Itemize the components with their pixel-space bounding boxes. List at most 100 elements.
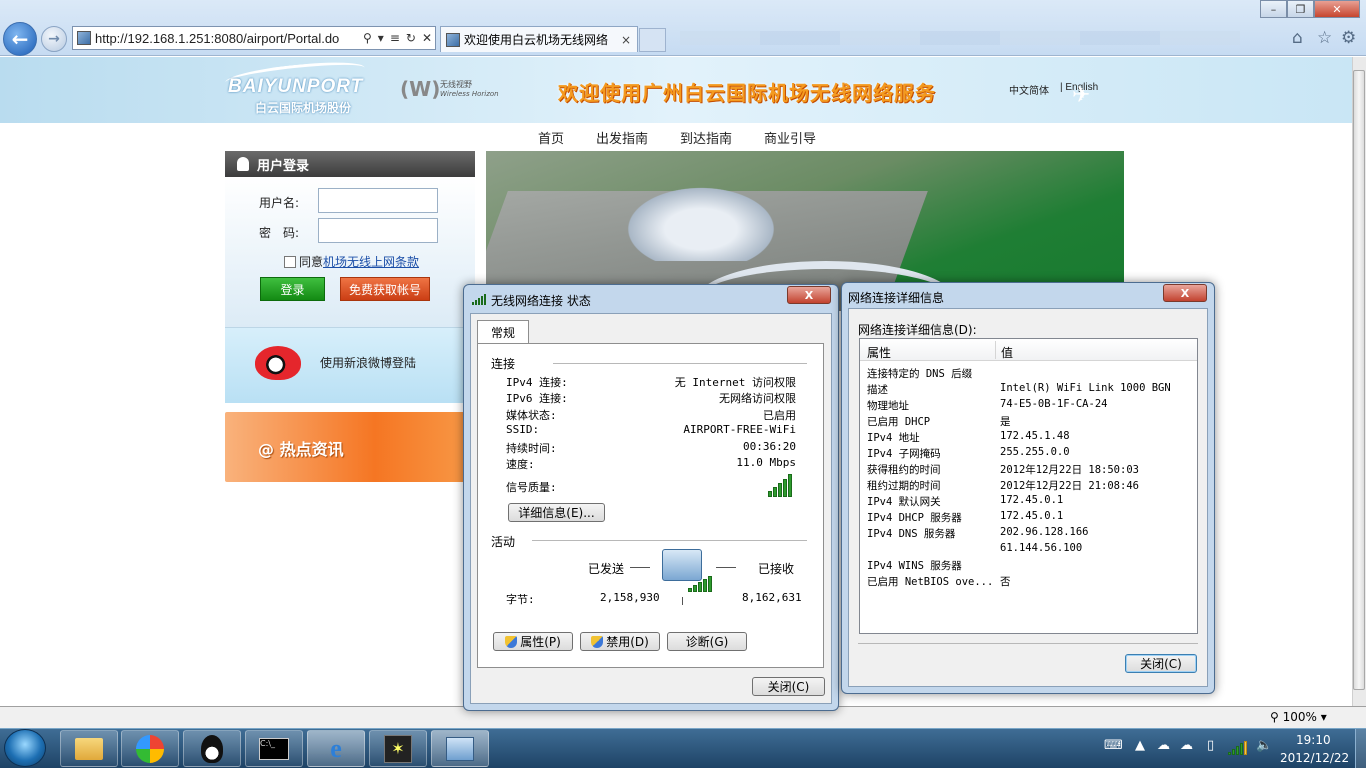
taskbar-internet-explorer[interactable]: e	[307, 730, 365, 767]
keyboard-icon[interactable]: ⌨	[1104, 738, 1123, 753]
details-list[interactable]: 属性 值 连接特定的 DNS 后缀 描述 Intel(R) WiFi Link …	[859, 338, 1198, 634]
tray-wifi-icon[interactable]	[1228, 741, 1247, 755]
window-close-button[interactable]: ✕	[1314, 0, 1360, 18]
volume-icon[interactable]: 🔈	[1256, 738, 1272, 753]
back-button[interactable]: ←	[3, 22, 37, 56]
clock-date[interactable]: 2012/12/22	[1280, 751, 1349, 765]
taskbar-app[interactable]: ✶	[369, 730, 427, 767]
bytes-received-value: 8,162,631	[742, 591, 802, 604]
duration-value: 00:36:20	[743, 440, 796, 453]
column-divider[interactable]	[995, 341, 996, 359]
clock-time[interactable]: 19:10	[1296, 733, 1331, 747]
tray-cloud-icon[interactable]: ☁	[1157, 738, 1170, 753]
weibo-icon[interactable]	[255, 346, 301, 380]
detail-value: 172.45.0.1	[1000, 494, 1064, 506]
search-icon[interactable]: ⚲	[363, 31, 372, 45]
tab-close-button[interactable]: ×	[621, 33, 631, 47]
sent-line	[630, 567, 650, 568]
new-tab-button[interactable]	[639, 28, 666, 52]
zoom-control[interactable]: ⚲ 100% ▾	[1270, 710, 1327, 724]
details-close-button[interactable]: 关闭(C)	[1125, 654, 1197, 673]
received-label: 已接收	[758, 562, 795, 576]
address-url[interactable]: http://192.168.1.251:8080/airport/Portal…	[95, 31, 360, 46]
address-bar[interactable]: http://192.168.1.251:8080/airport/Portal…	[72, 26, 436, 50]
password-input[interactable]	[318, 218, 438, 243]
taskbar-cmd[interactable]: C:\_	[245, 730, 303, 767]
detail-value: Intel(R) WiFi Link 1000 BGN	[1000, 382, 1171, 394]
detail-property: 获得租约的时间	[867, 464, 941, 476]
free-account-button[interactable]: 免费获取帐号	[340, 277, 430, 301]
login-title: 用户登录	[257, 158, 310, 174]
minimize-button[interactable]: –	[1260, 0, 1287, 18]
site-logo-subtitle: 白云国际机场股份	[255, 101, 352, 115]
status-close-button[interactable]: 关闭(C)	[752, 677, 825, 696]
details-window-close-button[interactable]: X	[1163, 284, 1207, 302]
home-icon[interactable]: ⌂	[1292, 28, 1303, 48]
column-property[interactable]: 属性	[867, 344, 891, 361]
menu-item-departure[interactable]: 出发指南	[596, 128, 648, 147]
taskbar-network-center[interactable]	[431, 730, 489, 767]
menu-item-business[interactable]: 商业引导	[764, 128, 816, 147]
taskbar-qq[interactable]	[183, 730, 241, 767]
command-prompt-icon: C:\_	[259, 737, 289, 760]
detail-value: 61.144.56.100	[1000, 542, 1083, 554]
detail-value: 172.45.0.1	[1000, 510, 1064, 522]
menu-item-arrival[interactable]: 到达指南	[680, 128, 732, 147]
login-header: 用户登录	[225, 151, 475, 177]
detail-property: 已启用 NetBIOS ove...	[867, 576, 994, 588]
zoom-level[interactable]: 100%	[1283, 710, 1317, 724]
forward-button[interactable]: →	[41, 26, 67, 52]
column-value[interactable]: 值	[1001, 344, 1013, 361]
disable-button[interactable]: 禁用(D)	[580, 632, 660, 651]
status-window-close-button[interactable]: X	[787, 286, 831, 304]
agree-terms-checkbox[interactable]	[284, 256, 296, 268]
refresh-icon[interactable]: ↻	[406, 31, 416, 45]
activity-group-label: 活动	[491, 535, 516, 549]
detail-value: 255.255.0.0	[1000, 446, 1070, 458]
taskbar-explorer[interactable]	[60, 730, 118, 767]
ssid-value: AIRPORT-FREE-WiFi	[683, 423, 796, 436]
detail-value: 2012年12月22日 21:08:46	[1000, 480, 1139, 492]
site-menu: 首页 出发指南 到达指南 商业引导	[538, 128, 816, 147]
favorites-star-icon[interactable]: ☆	[1317, 28, 1332, 48]
taskbar-media-player[interactable]	[121, 730, 179, 767]
battery-icon[interactable]: ▯	[1207, 738, 1214, 753]
internet-explorer-icon: e	[330, 733, 342, 763]
folder-icon	[75, 737, 103, 760]
username-label: 用户名:	[259, 196, 300, 210]
signal-quality-label: 信号质量:	[506, 481, 557, 494]
maximize-button[interactable]: ❐	[1287, 0, 1314, 18]
sent-label: 已发送	[588, 562, 625, 576]
tray-expand-icon[interactable]: ▲	[1135, 738, 1145, 753]
ipv6-value: 无网络访问权限	[719, 392, 796, 405]
tab-title[interactable]: 欢迎使用白云机场无线网络	[464, 31, 621, 48]
username-input[interactable]	[318, 188, 438, 213]
news-title[interactable]: 热点资讯	[280, 440, 344, 459]
menu-item-home[interactable]: 首页	[538, 128, 564, 147]
dropdown-icon[interactable]: ▾	[378, 31, 384, 45]
terms-link[interactable]: 机场无线上网条款	[323, 253, 419, 270]
gear-icon[interactable]: ⚙	[1341, 28, 1356, 48]
ghost-background-window	[680, 31, 1240, 45]
site-logo[interactable]: BAIYUNPORT	[228, 76, 363, 98]
lang-chinese-link[interactable]: 中文简体	[1009, 82, 1049, 97]
partner-name-en: Wireless Horizon	[440, 90, 499, 98]
network-center-icon	[446, 736, 474, 761]
login-button[interactable]: 登录	[260, 277, 325, 301]
show-desktop-button[interactable]	[1355, 729, 1366, 768]
properties-button[interactable]: 属性(P)	[493, 632, 573, 651]
tab-general-label: 常规	[490, 326, 515, 340]
scrollbar-thumb[interactable]	[1353, 70, 1365, 690]
tray-cloud2-icon[interactable]: ☁	[1180, 738, 1193, 753]
details-button[interactable]: 详细信息(E)...	[508, 503, 605, 522]
user-icon	[237, 157, 249, 171]
stop-icon[interactable]: ✕	[422, 31, 432, 45]
compat-view-icon[interactable]: ≡	[390, 31, 400, 45]
tab-general[interactable]: 常规	[477, 320, 529, 344]
diagnose-button[interactable]: 诊断(G)	[667, 632, 747, 651]
weibo-login-text[interactable]: 使用新浪微博登陆	[320, 354, 416, 371]
start-button[interactable]	[4, 729, 46, 767]
detail-property: IPv4 默认网关	[867, 496, 941, 508]
browser-tab[interactable]: 欢迎使用白云机场无线网络 ×	[440, 26, 638, 52]
detail-property: 描述	[867, 384, 888, 396]
